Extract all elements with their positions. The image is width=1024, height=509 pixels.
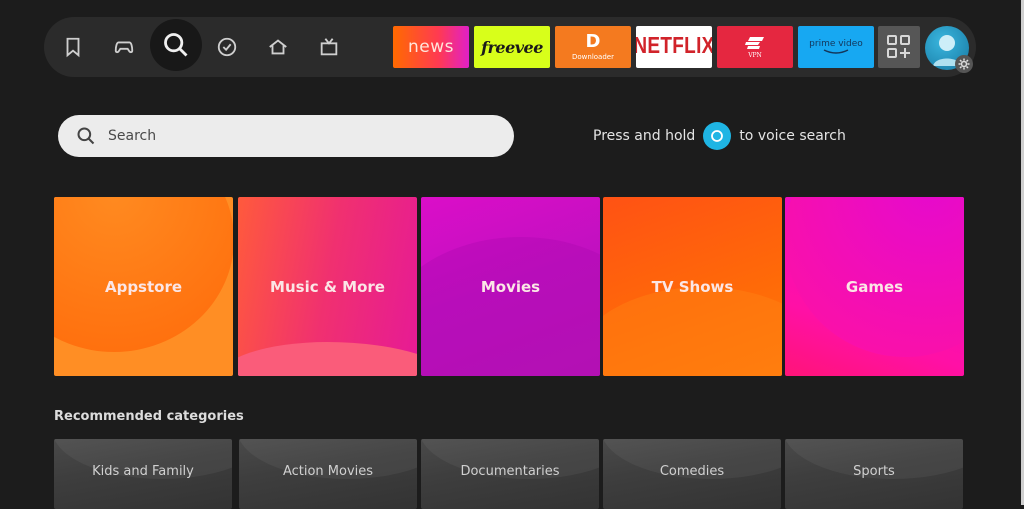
tile-decoration: [238, 342, 417, 376]
tile-decoration: [54, 197, 233, 352]
news-logo: news: [408, 37, 454, 57]
nav-live[interactable]: [312, 30, 346, 64]
category-label: TV Shows: [651, 277, 734, 296]
search-icon: [164, 33, 188, 57]
recommended-label: Action Movies: [282, 464, 374, 479]
bookmark-icon: [66, 37, 80, 58]
downloader-logo-icon: D: [585, 31, 601, 52]
app-downloader[interactable]: D Downloader: [555, 26, 631, 68]
category-appstore[interactable]: Appstore: [54, 197, 233, 376]
prime-smile-icon: [823, 49, 849, 54]
netflix-logo: NETFLIX: [636, 33, 712, 59]
app-netflix[interactable]: NETFLIX: [636, 26, 712, 68]
recommended-categories-heading: Recommended categories: [54, 409, 244, 424]
nav-watchlist[interactable]: [56, 30, 90, 64]
recommended-documentaries[interactable]: Documentaries: [421, 439, 599, 509]
freevee-logo: freevee: [481, 37, 543, 57]
alexa-icon: [703, 122, 732, 150]
app-expressvpn[interactable]: VPN: [717, 26, 793, 68]
category-movies[interactable]: Movies: [421, 197, 600, 376]
prime-video-logo: prime video: [809, 39, 863, 49]
downloader-label: Downloader: [572, 53, 614, 61]
recommended-comedies[interactable]: Comedies: [603, 439, 781, 509]
expressvpn-logo-icon: [745, 36, 764, 49]
app-prime-video[interactable]: prime video: [798, 26, 874, 68]
voice-search-hint: Press and hold to voice search: [593, 122, 846, 150]
category-label: Movies: [480, 277, 541, 296]
recommended-label: Sports: [853, 464, 895, 479]
apps-grid-button[interactable]: [878, 26, 920, 68]
app-news[interactable]: news: [393, 26, 469, 68]
gamepad-icon: [114, 41, 134, 54]
gear-icon: [958, 58, 970, 70]
category-music-and-more[interactable]: Music & More: [238, 197, 417, 376]
tile-decoration: [603, 287, 782, 376]
recommended-sports[interactable]: Sports: [785, 439, 963, 509]
category-label: Music & More: [270, 277, 385, 296]
check-circle-icon: [217, 37, 237, 57]
category-label: Appstore: [104, 277, 183, 296]
nav-my-stuff[interactable]: [210, 30, 244, 64]
nav-games[interactable]: [107, 30, 141, 64]
voice-hint-prefix: Press and hold: [593, 128, 696, 144]
category-games[interactable]: Games: [785, 197, 964, 376]
category-tv-shows[interactable]: TV Shows: [603, 197, 782, 376]
tv-icon: [320, 38, 338, 56]
category-label: Games: [845, 277, 904, 296]
nav-home[interactable]: [261, 30, 295, 64]
home-icon: [269, 39, 287, 55]
recommended-label: Comedies: [659, 464, 725, 479]
apps-grid-icon: [887, 35, 910, 58]
search-icon: [77, 127, 95, 145]
vpn-label: VPN: [748, 51, 762, 59]
search-input[interactable]: [106, 127, 490, 145]
settings-gear-button[interactable]: [955, 55, 973, 73]
recommended-action-movies[interactable]: Action Movies: [239, 439, 417, 509]
tile-decoration: [421, 237, 600, 376]
top-navigation-bar: news freevee D Downloader NETFLIX VPN pr…: [44, 17, 976, 77]
recommended-label: Kids and Family: [92, 464, 194, 479]
nav-search[interactable]: [150, 19, 202, 71]
voice-hint-suffix: to voice search: [739, 128, 846, 144]
app-freevee[interactable]: freevee: [474, 26, 550, 68]
recommended-label: Documentaries: [460, 464, 560, 479]
search-bar[interactable]: [58, 115, 514, 157]
recommended-kids-and-family[interactable]: Kids and Family: [54, 439, 232, 509]
